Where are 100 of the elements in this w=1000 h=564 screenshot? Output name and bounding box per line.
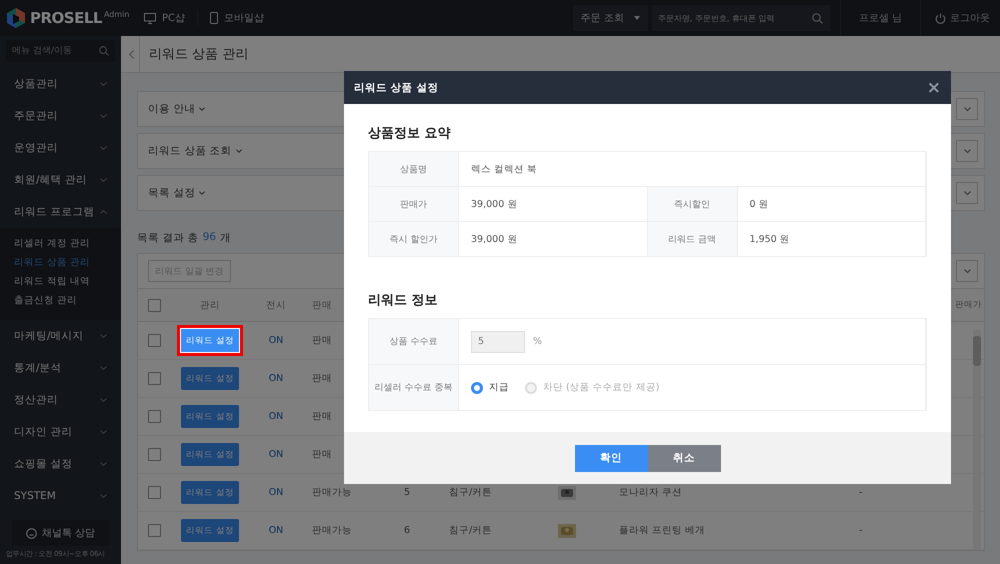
reward-settings-button[interactable]: 리워드 설정 [181, 405, 239, 428]
reward-settings-button[interactable]: 리워드 설정 [181, 519, 239, 542]
row-checkbox[interactable] [148, 448, 160, 461]
monitor-icon [144, 12, 156, 24]
chevron-icon [100, 334, 107, 338]
column-header: 판매가 [954, 299, 983, 312]
table-cell-text: 플라워 프린팅 베개 [618, 524, 706, 538]
power-icon [935, 12, 946, 24]
shop-link[interactable]: 모바일샵 [198, 11, 276, 25]
submenu-item[interactable]: 출금신청 관리 [0, 291, 121, 310]
table-cell-text: - [858, 486, 864, 500]
field-label: 판매가 [369, 187, 459, 221]
close-icon[interactable]: × [926, 78, 941, 98]
menu-item[interactable]: 쇼핑몰 설정 [0, 448, 121, 480]
table-cell-text: 5 [402, 486, 412, 500]
menu-item[interactable]: 리워드 프로그램 [0, 196, 121, 228]
reward-settings-button[interactable]: 리워드 설정 [181, 367, 239, 390]
chevron-icon [100, 210, 107, 214]
menu-item[interactable]: 정산관리 [0, 384, 121, 416]
result-label: 목록 결과 총 [137, 231, 199, 245]
chevron-icon [964, 191, 970, 195]
select-all-checkbox[interactable] [148, 298, 160, 312]
row-checkbox[interactable] [148, 334, 160, 347]
chevron-icon [100, 366, 107, 370]
chevron-icon [100, 146, 107, 150]
chevron-icon [100, 494, 107, 498]
scrollbar[interactable] [973, 330, 981, 550]
table-cell-text: ON [268, 486, 284, 500]
menu-item[interactable]: 상품관리 [0, 68, 121, 100]
menu-item[interactable]: 디자인 관리 [0, 416, 121, 448]
modal-title: 리워드 상품 설정 [354, 80, 438, 94]
row-checkbox[interactable] [148, 524, 160, 537]
column-header: 전시 [265, 298, 287, 312]
chevron-icon [100, 114, 107, 118]
caret-icon [634, 16, 640, 20]
logo-icon [7, 8, 25, 28]
chevron-icon [199, 191, 206, 195]
field-label: 상품 수수료 [369, 319, 459, 364]
menu-item[interactable]: 마케팅/메시지 [0, 320, 121, 352]
reward-settings-button[interactable]: 리워드 설정 [181, 329, 239, 352]
expand-button[interactable] [956, 140, 978, 162]
row-checkbox[interactable] [148, 410, 160, 423]
table-cell-text: ON [268, 410, 284, 424]
dropdown-button[interactable] [956, 260, 978, 282]
expand-button[interactable] [956, 98, 978, 120]
section-title: 상품정보 요약 [368, 125, 452, 142]
unit-label: % [533, 336, 542, 347]
table-cell-text: 판매 [311, 448, 333, 462]
logo-text[interactable]: PROSELL [30, 9, 102, 27]
chat-consult-button[interactable]: 채널톡 상담 [12, 520, 109, 546]
menu-item[interactable]: 회원/혜택 관리 [0, 164, 121, 196]
chat-icon [26, 528, 37, 538]
chevron-icon [199, 107, 206, 111]
submenu-item[interactable]: 리워드 적립 내역 [0, 272, 121, 291]
table-cell-text: 판매가능 [311, 524, 353, 538]
order-search-field[interactable]: 주문자명, 주문번호, 휴대폰 입력 [652, 5, 830, 31]
row-checkbox[interactable] [148, 372, 160, 385]
reward-settings-button[interactable]: 리워드 설정 [181, 443, 239, 466]
shop-link[interactable]: PC샵 [132, 11, 198, 25]
page-title: 리워드 상품 관리 [149, 46, 248, 63]
panel-title[interactable]: 목록 설정 [148, 186, 196, 200]
search-type-select[interactable]: 주문 조회 [572, 5, 648, 31]
table-cell-text: 침구/커튼 [448, 486, 494, 500]
field-label: 즉시할인 [648, 187, 738, 221]
field-label: 상품명 [369, 152, 459, 186]
section-title: 리워드 정보 [368, 292, 439, 309]
chevron-left-icon[interactable] [128, 50, 134, 58]
result-unit: 개 [220, 231, 232, 245]
menu-item[interactable]: SYSTEM [0, 480, 121, 512]
menu-search-field[interactable]: 메뉴 검색/이동 [6, 40, 115, 62]
table-cell-text: ON [268, 524, 284, 538]
table-cell-text: 6 [402, 524, 412, 538]
logo-subtitle: Admin [104, 10, 130, 19]
menu-item[interactable]: 통계/분석 [0, 352, 121, 384]
chevron-icon [100, 178, 107, 182]
submenu-item[interactable]: 리셀러 계정 관리 [0, 234, 121, 253]
chevron-icon [100, 82, 107, 86]
table-cell-text: 침구/커튼 [448, 524, 494, 538]
panel-title[interactable]: 이용 안내 [148, 102, 196, 116]
column-header: 관리 [199, 298, 221, 312]
table-cell-text: 판매 [311, 410, 333, 424]
chevron-icon [100, 462, 107, 466]
radio-button[interactable] [471, 382, 483, 394]
chevron-icon [100, 398, 107, 402]
table-cell-text: ON [268, 448, 284, 462]
chevron-icon [964, 107, 970, 111]
radio-label: 지급 [489, 381, 509, 394]
radio-option[interactable]: 지급 [471, 381, 509, 394]
field-label: 즉시 할인가 [369, 222, 459, 256]
row-checkbox[interactable] [148, 486, 160, 499]
menu-item[interactable]: 주문관리 [0, 100, 121, 132]
menu-item[interactable]: 운영관리 [0, 132, 121, 164]
expand-button[interactable] [956, 182, 978, 204]
confirm-button[interactable]: 확인 [574, 444, 648, 472]
submenu-item[interactable]: 리워드 상품 관리 [0, 253, 121, 272]
table-cell-text: 판매 [311, 334, 333, 348]
panel-title[interactable]: 리워드 상품 조회 [148, 144, 232, 158]
field-value: 1,950 원 [738, 222, 926, 256]
reward-settings-button[interactable]: 리워드 설정 [181, 481, 239, 504]
cancel-button[interactable]: 취소 [648, 444, 720, 472]
